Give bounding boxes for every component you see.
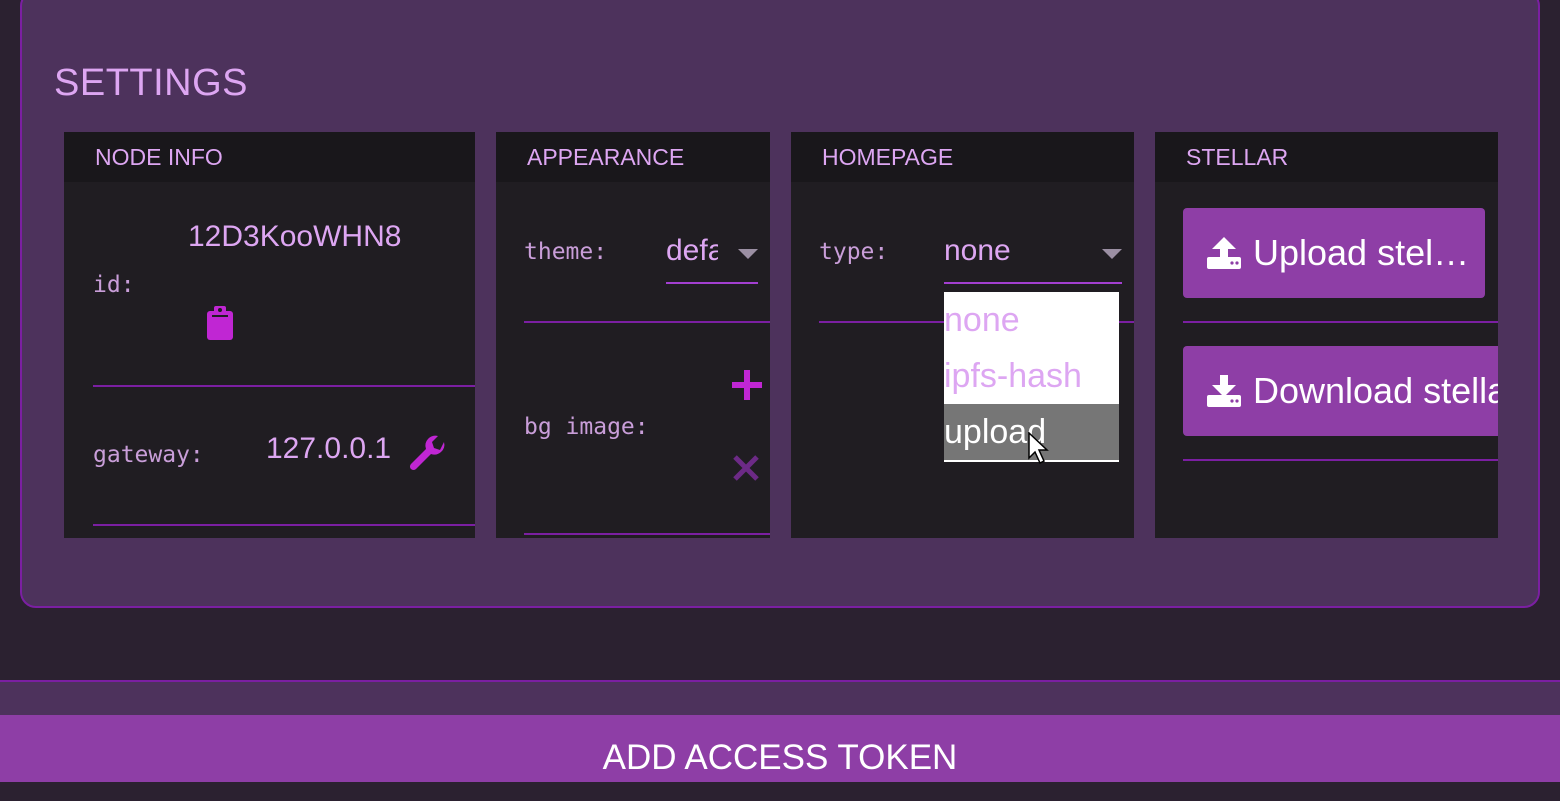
type-option-ipfs-hash[interactable]: ipfs-hash: [944, 348, 1119, 404]
stellar-header: STELLAR: [1155, 132, 1498, 182]
plus-icon[interactable]: [730, 368, 764, 402]
appearance-divider-1: [524, 321, 770, 323]
type-label: type:: [819, 239, 889, 265]
cursor-icon: [1028, 431, 1050, 466]
theme-value: default: [666, 234, 718, 267]
theme-underline: [666, 282, 758, 284]
type-value: none: [944, 234, 1011, 267]
download-stellar-label: Download stella: [1253, 370, 1498, 411]
theme-label: theme:: [524, 239, 608, 265]
node-info-panel: NODE INFO id: 12D3KooWHN8 gateway: 127.0…: [64, 132, 475, 538]
appearance-panel: APPEARANCE theme: default bg image:: [496, 132, 770, 538]
node-info-divider-2: [93, 524, 475, 526]
clipboard-icon[interactable]: [204, 304, 236, 342]
appearance-header: APPEARANCE: [496, 132, 770, 182]
type-select[interactable]: none: [944, 230, 1122, 286]
stellar-divider-1: [1183, 321, 1498, 323]
download-stellar-button[interactable]: Download stella: [1183, 346, 1498, 436]
node-info-header: NODE INFO: [64, 132, 475, 182]
homepage-header: HOMEPAGE: [791, 132, 1134, 182]
theme-select[interactable]: default: [666, 230, 758, 286]
type-option-none[interactable]: none: [944, 292, 1119, 348]
appearance-divider-2: [524, 533, 770, 535]
gateway-label: gateway:: [93, 442, 204, 468]
node-id-value: 12D3KooWHN8: [188, 220, 402, 253]
stellar-divider-2: [1183, 459, 1498, 461]
caret-down-icon: [1102, 246, 1122, 264]
upload-stellar-label: Upload stel…: [1253, 232, 1470, 273]
settings-title: SETTINGS: [54, 62, 249, 104]
upload-stellar-button[interactable]: Upload stel…: [1183, 208, 1485, 298]
add-access-token-button[interactable]: ADD ACCESS TOKEN: [0, 715, 1560, 782]
node-info-divider-1: [93, 385, 475, 387]
gateway-value: 127.0.0.1: [266, 432, 390, 465]
type-underline: [944, 282, 1122, 284]
stellar-panel: STELLAR Upload stel… Download stella: [1155, 132, 1498, 538]
close-icon[interactable]: [732, 454, 760, 482]
wrench-icon[interactable]: [408, 434, 448, 474]
id-label: id:: [93, 272, 135, 298]
bg-image-label: bg image:: [524, 414, 649, 440]
download-icon: [1205, 373, 1243, 409]
upload-icon: [1205, 235, 1243, 271]
caret-down-icon: [738, 246, 758, 264]
bottom-band: [0, 682, 1560, 715]
